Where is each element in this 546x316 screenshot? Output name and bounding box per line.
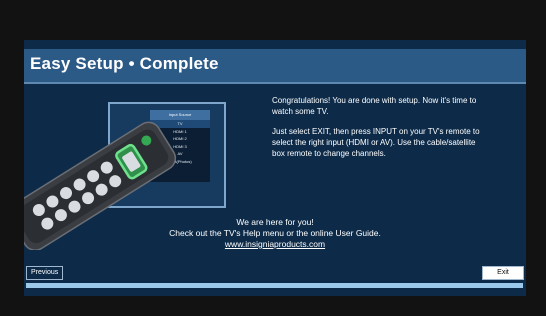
page-title: Easy Setup • Complete (30, 54, 219, 73)
progress-fill (26, 283, 523, 288)
message-instructions: Just select EXIT, then press INPUT on yo… (272, 127, 480, 158)
support-link[interactable]: www.insigniaproducts.com (24, 239, 526, 250)
title-bar: Easy Setup • Complete (24, 49, 526, 82)
previous-button[interactable]: Previous (26, 266, 64, 280)
support-info: We are here for you! Check out the TV's … (24, 217, 526, 250)
completion-message: Congratulations! You are done with setup… (272, 95, 487, 168)
message-congrats: Congratulations! You are done with setup… (272, 96, 477, 116)
progress-bar (26, 283, 523, 288)
support-line1: We are here for you! (236, 217, 314, 227)
support-line2: Check out the TV's Help menu or the onli… (169, 228, 381, 238)
exit-button[interactable]: Exit (482, 266, 524, 280)
setup-screen: Easy Setup • Complete Input Source TV HD… (24, 40, 526, 296)
title-divider (24, 82, 526, 84)
